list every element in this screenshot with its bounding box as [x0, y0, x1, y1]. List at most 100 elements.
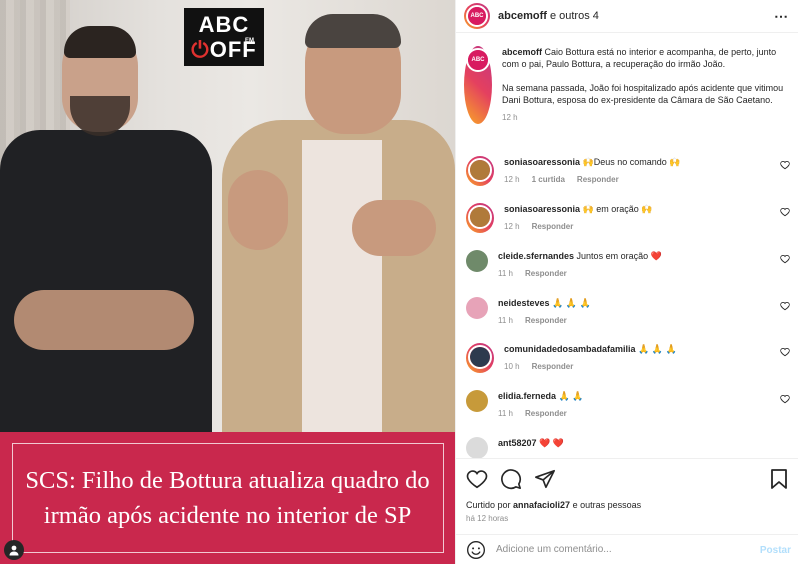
comment-username[interactable]: elidia.ferneda: [498, 391, 556, 401]
comment-text: 🙏 🙏 🙏: [549, 298, 591, 308]
comment-input[interactable]: [496, 544, 746, 555]
comment-username[interactable]: neidesteves: [498, 298, 550, 308]
comment-item: soniasoaressonia 🙌 em oração 🙌 12 h Respo…: [466, 203, 794, 233]
comment-text: Juntos em oração ❤️: [574, 251, 662, 261]
headline-frame: SCS: Filho de Bottura atualiza quadro do…: [11, 443, 444, 553]
post-caption: ABC abcemoff Caio Bottura está no interi…: [464, 46, 794, 124]
comment-text: 🙌Deus no comando 🙌: [580, 157, 681, 167]
bookmark-icon[interactable]: [769, 468, 789, 490]
caption-avatar-ring[interactable]: ABC: [464, 46, 492, 124]
post-header: ABC abcemoff e outros 4 ⋯: [456, 0, 798, 33]
liked-by-suffix: e outras pessoas: [570, 500, 642, 510]
logo-em-text: EM: [245, 38, 254, 44]
post-comment-button[interactable]: Postar: [760, 545, 791, 556]
comment-time: 11 h: [498, 409, 513, 418]
like-comment-heart-icon[interactable]: [780, 254, 790, 264]
avatar: ABC: [468, 7, 486, 25]
avatar: [470, 207, 490, 227]
liked-by-username[interactable]: annafacioli27: [513, 500, 570, 510]
avatar[interactable]: [466, 297, 488, 319]
comment-username[interactable]: ant58207: [498, 438, 537, 448]
person-right-shirt: [302, 140, 382, 440]
comment-meta: 10 h Responder: [504, 361, 677, 373]
abc-em-off-logo: ABC ⏻OFF EM: [184, 8, 264, 66]
comment-time: 10 h: [504, 362, 520, 371]
comment-username[interactable]: soniasoaressonia: [504, 204, 580, 214]
avatar: [470, 160, 490, 180]
comment-text: ❤️ ❤️: [536, 438, 564, 448]
reply-button[interactable]: Responder: [532, 362, 574, 371]
person-right-hand-right: [352, 200, 436, 256]
headline-banner: SCS: Filho de Bottura atualiza quadro do…: [0, 432, 455, 564]
like-heart-icon[interactable]: [466, 468, 488, 490]
avatar: ABC: [468, 50, 488, 70]
comment-username[interactable]: soniasoaressonia: [504, 157, 580, 167]
share-send-icon[interactable]: [534, 468, 556, 490]
comment-avatar-ring[interactable]: [466, 203, 494, 233]
avatar[interactable]: [466, 390, 488, 412]
comment-time: 12 h: [504, 222, 520, 231]
comment-item: comunidadedosambadafamilia 🙏 🙏 🙏 10 h Res…: [466, 343, 794, 373]
caption-paragraph-1: Caio Bottura está no interior e acompanh…: [502, 47, 777, 69]
comment-body: ant58207 ❤️ ❤️: [498, 437, 564, 459]
comment-time: 11 h: [498, 269, 513, 278]
comment-avatar-ring[interactable]: [466, 343, 494, 373]
person-left-body: [0, 130, 212, 440]
comment-body: elidia.ferneda 🙏 🙏 11 h Responder: [498, 390, 583, 420]
liked-by-prefix: Curtido por: [466, 500, 514, 510]
comment-time: 11 h: [498, 316, 513, 325]
comment-item: elidia.ferneda 🙏 🙏 11 h Responder: [466, 390, 794, 420]
reply-button[interactable]: Responder: [532, 222, 574, 231]
person-left-arms: [14, 290, 194, 350]
comment-item: cleide.sfernandes Juntos em oração ❤️ 11…: [466, 250, 794, 280]
author-avatar-ring[interactable]: ABC: [464, 3, 490, 29]
caption-paragraph-2: Na semana passada, João foi hospitalizad…: [502, 83, 784, 105]
comment-body: neidesteves 🙏 🙏 🙏 11 h Responder: [498, 297, 591, 327]
person-right-hand-left: [228, 170, 288, 250]
liked-by-text[interactable]: Curtido por annafacioli27 e outras pesso…: [466, 500, 641, 510]
comment-avatar-ring[interactable]: [466, 156, 494, 186]
emoji-icon[interactable]: [466, 540, 486, 560]
default-avatar-icon[interactable]: [466, 437, 488, 459]
comment-meta: 12 h Responder: [504, 221, 652, 233]
post-author-title[interactable]: abcemoff e outros 4: [498, 10, 599, 22]
comment-username[interactable]: cleide.sfernandes: [498, 251, 574, 261]
tagged-users-button[interactable]: [4, 540, 24, 560]
comment-time: 12 h: [504, 175, 520, 184]
comment-text: 🙌 em oração 🙌: [580, 204, 653, 214]
person-right-hair: [305, 14, 401, 48]
like-comment-heart-icon[interactable]: [780, 301, 790, 311]
reply-button[interactable]: Responder: [525, 409, 567, 418]
reply-button[interactable]: Responder: [525, 269, 567, 278]
comment-bubble-icon[interactable]: [500, 468, 522, 490]
comment-meta: 11 h Responder: [498, 268, 662, 280]
post-side-panel: ABC abcemoff e outros 4 ⋯ ABC abcemoff C…: [455, 0, 798, 564]
add-comment-bar: Postar: [456, 534, 798, 564]
comment-likes[interactable]: 1 curtida: [532, 175, 565, 184]
author-username[interactable]: abcemoff: [498, 10, 547, 22]
reply-button[interactable]: Responder: [577, 175, 619, 184]
like-comment-heart-icon[interactable]: [780, 347, 790, 357]
comment-meta: 11 h Responder: [498, 408, 583, 420]
comment-username[interactable]: comunidadedosambadafamilia: [504, 344, 636, 354]
reply-button[interactable]: Responder: [525, 316, 567, 325]
comment-text: 🙏 🙏 🙏: [635, 344, 677, 354]
like-comment-heart-icon[interactable]: [780, 394, 790, 404]
more-options-icon[interactable]: ⋯: [774, 8, 789, 25]
caption-text: abcemoff Caio Bottura está no interior e…: [502, 46, 792, 124]
comment-body: soniasoaressonia 🙌Deus no comando 🙌 12 h…: [504, 156, 681, 186]
avatar[interactable]: [466, 250, 488, 272]
post-timestamp: há 12 horas: [466, 514, 509, 523]
like-comment-heart-icon[interactable]: [780, 207, 790, 217]
caption-username[interactable]: abcemoff: [502, 47, 542, 57]
post-action-bar: [456, 458, 798, 498]
like-comment-heart-icon[interactable]: [780, 160, 790, 170]
comment-item: neidesteves 🙏 🙏 🙏 11 h Responder: [466, 297, 794, 327]
avatar: [470, 347, 490, 367]
collaborators-text: e outros 4: [546, 10, 599, 22]
user-icon: [9, 545, 19, 556]
comment-item: soniasoaressonia 🙌Deus no comando 🙌 12 h…: [466, 156, 794, 186]
comment-meta: 12 h 1 curtida Responder: [504, 174, 681, 186]
post-media[interactable]: ABC ⏻OFF EM SCS: Filho de Bottura atuali…: [0, 0, 455, 564]
comment-body: soniasoaressonia 🙌 em oração 🙌 12 h Respo…: [504, 203, 652, 233]
